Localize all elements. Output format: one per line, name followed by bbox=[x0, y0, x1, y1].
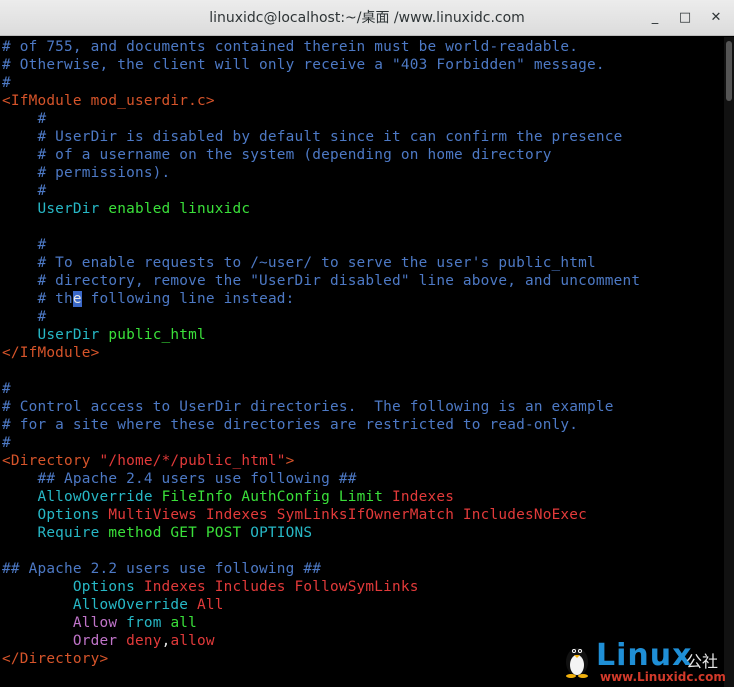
close-button[interactable]: ✕ bbox=[707, 9, 725, 27]
terminal-line: # the following line instead: bbox=[2, 290, 295, 308]
watermark-brand: Linux bbox=[596, 638, 693, 673]
code-token: AllowOverride bbox=[2, 597, 198, 613]
tux-penguin-icon bbox=[566, 648, 588, 678]
terminal-line: Options Indexes Includes FollowSymLinks bbox=[2, 578, 419, 596]
code-token: UserDir bbox=[2, 327, 109, 343]
code-token: Allow bbox=[2, 615, 127, 631]
terminal-line: # bbox=[2, 380, 11, 398]
code-token: <Directory bbox=[2, 453, 100, 469]
watermark-url: www.Linuxidc.com bbox=[600, 670, 726, 684]
code-token: ## Apache 2.2 users use following ## bbox=[2, 561, 322, 577]
scrollbar-thumb[interactable] bbox=[726, 41, 732, 101]
maximize-button[interactable]: □ bbox=[676, 9, 694, 27]
terminal-line: <Directory "/home/*/public_html"> bbox=[2, 452, 295, 470]
terminal-line: Require method GET POST OPTIONS bbox=[2, 524, 312, 542]
code-token: Require bbox=[2, 525, 109, 541]
code-token: # permissions). bbox=[2, 165, 171, 181]
terminal-line: UserDir public_html bbox=[2, 326, 206, 344]
code-token: # directory, remove the "UserDir disable… bbox=[2, 273, 641, 289]
code-token: enabled linuxidc bbox=[108, 201, 251, 217]
code-token: deny bbox=[126, 633, 162, 649]
terminal-line: UserDir enabled linuxidc bbox=[2, 200, 250, 218]
terminal-text-area[interactable]: # of 755, and documents contained therei… bbox=[0, 37, 724, 687]
code-token: allow bbox=[170, 633, 215, 649]
minimize-button[interactable]: _ bbox=[646, 9, 664, 27]
terminal-line: </IfModule> bbox=[2, 344, 100, 362]
code-token: # of a username on the system (depending… bbox=[2, 147, 552, 163]
terminal-line: AllowOverride All bbox=[2, 596, 224, 614]
terminal-line: # for a site where these directories are… bbox=[2, 416, 578, 434]
code-token: following line instead: bbox=[81, 291, 295, 307]
code-token: # Otherwise, the client will only receiv… bbox=[2, 57, 605, 73]
code-token: All bbox=[197, 597, 224, 613]
code-token: public_html bbox=[108, 327, 206, 343]
code-token: # bbox=[2, 381, 11, 397]
code-token: Indexes Includes FollowSymLinks bbox=[143, 579, 419, 595]
code-token: # bbox=[2, 237, 47, 253]
terminal-line: # directory, remove the "UserDir disable… bbox=[2, 272, 640, 290]
code-token: AllowOverride bbox=[2, 489, 162, 505]
code-token: # th bbox=[2, 291, 73, 307]
text-cursor: e bbox=[72, 291, 82, 307]
code-token: </IfModule> bbox=[2, 345, 100, 361]
watermark-cn: 公社 bbox=[686, 652, 719, 671]
code-token: # bbox=[2, 183, 47, 199]
terminal-line: # bbox=[2, 236, 46, 254]
code-token: method GET POST bbox=[108, 525, 251, 541]
code-token: # bbox=[2, 75, 11, 91]
code-token: OPTIONS bbox=[250, 525, 313, 541]
code-token: Options bbox=[2, 579, 144, 595]
code-token: Options bbox=[2, 507, 109, 523]
terminal-line: # of 755, and documents contained therei… bbox=[2, 38, 578, 56]
code-token: </Directory> bbox=[2, 651, 109, 667]
code-token: # To enable requests to /~user/ to serve… bbox=[2, 255, 596, 271]
code-token: > bbox=[285, 453, 295, 469]
code-token: # of 755, and documents contained therei… bbox=[2, 39, 579, 55]
watermark: Linux 公社 www.Linuxidc.com bbox=[556, 636, 732, 686]
terminal-line: # Control access to UserDir directories.… bbox=[2, 398, 614, 416]
terminal-line: # permissions). bbox=[2, 164, 170, 182]
terminal-line: # bbox=[2, 308, 46, 326]
title-bar[interactable]: linuxidc@localhost:~/桌面 /www.linuxidc.co… bbox=[0, 0, 734, 36]
terminal-line: # of a username on the system (depending… bbox=[2, 146, 552, 164]
code-token: # bbox=[2, 111, 47, 127]
code-token: # bbox=[2, 435, 11, 451]
terminal-line: Order deny,allow bbox=[2, 632, 215, 650]
terminal-line: # UserDir is disabled by default since i… bbox=[2, 128, 622, 146]
terminal-window: linuxidc@localhost:~/桌面 /www.linuxidc.co… bbox=[0, 0, 734, 687]
code-token: MultiViews Indexes SymLinksIfOwnerMatch … bbox=[108, 507, 588, 523]
terminal-line: <IfModule mod_userdir.c> bbox=[2, 92, 215, 110]
terminal-line: # To enable requests to /~user/ to serve… bbox=[2, 254, 596, 272]
code-token: all bbox=[170, 615, 198, 631]
code-token: "/home/*/public_html" bbox=[99, 453, 286, 469]
code-token: # UserDir is disabled by default since i… bbox=[2, 129, 623, 145]
terminal-line: # Otherwise, the client will only receiv… bbox=[2, 56, 605, 74]
code-token: FileInfo AuthConfig Limit bbox=[161, 489, 393, 505]
terminal-line: # bbox=[2, 434, 11, 452]
code-token: # bbox=[2, 309, 47, 325]
window-title: linuxidc@localhost:~/桌面 /www.linuxidc.co… bbox=[209, 10, 525, 26]
code-token: from bbox=[126, 615, 171, 631]
code-token: <IfModule mod_userdir.c> bbox=[2, 93, 215, 109]
terminal-line: # bbox=[2, 182, 46, 200]
terminal-line: Options MultiViews Indexes SymLinksIfOwn… bbox=[2, 506, 587, 524]
terminal-line: # bbox=[2, 110, 46, 128]
scrollbar[interactable] bbox=[724, 37, 734, 687]
code-token: Indexes bbox=[392, 489, 455, 505]
terminal-line: ## Apache 2.4 users use following ## bbox=[2, 470, 357, 488]
code-token: # Control access to UserDir directories.… bbox=[2, 399, 614, 415]
code-token: # for a site where these directories are… bbox=[2, 417, 579, 433]
terminal-line: AllowOverride FileInfo AuthConfig Limit … bbox=[2, 488, 454, 506]
terminal-line: ## Apache 2.2 users use following ## bbox=[2, 560, 321, 578]
code-token: ## Apache 2.4 users use following ## bbox=[2, 471, 357, 487]
terminal-line: # bbox=[2, 74, 11, 92]
terminal-line: </Directory> bbox=[2, 650, 108, 668]
code-token: Order bbox=[2, 633, 127, 649]
terminal-line: Allow from all bbox=[2, 614, 197, 632]
code-token: UserDir bbox=[2, 201, 109, 217]
